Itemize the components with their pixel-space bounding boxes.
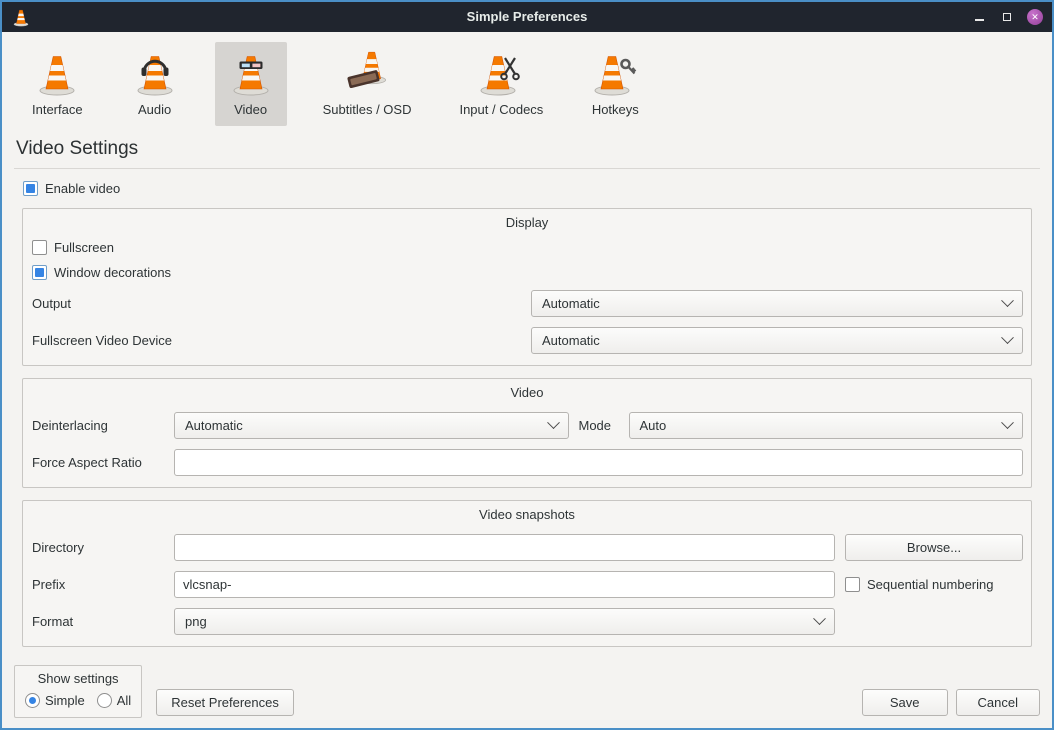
display-group-title: Display [31, 212, 1023, 236]
mode-value: Auto [640, 418, 667, 433]
deinterlacing-value: Automatic [185, 418, 243, 433]
preferences-window: Simple Preferences ✕ Interface Audio [0, 0, 1054, 730]
simple-radio[interactable] [25, 693, 40, 708]
tab-video[interactable]: Video [215, 42, 287, 126]
window-controls: ✕ [971, 9, 1043, 25]
window-decorations-checkbox[interactable] [32, 265, 47, 280]
close-button[interactable]: ✕ [1027, 9, 1043, 25]
mode-label: Mode [579, 418, 619, 433]
video-groupbox: Video Deinterlacing Automatic Mode Auto … [22, 378, 1032, 488]
chevron-down-icon [1001, 331, 1014, 344]
reset-preferences-button[interactable]: Reset Preferences [156, 689, 294, 716]
tab-label: Audio [138, 102, 171, 117]
interface-cone-icon [33, 49, 81, 97]
chevron-down-icon [1001, 294, 1014, 307]
mode-dropdown[interactable]: Auto [629, 412, 1024, 439]
force-aspect-ratio-label: Force Aspect Ratio [32, 455, 164, 470]
fullscreen-label[interactable]: Fullscreen [54, 240, 114, 255]
tab-hotkeys[interactable]: Hotkeys [579, 42, 651, 126]
deinterlacing-row: Deinterlacing Automatic Mode Auto [32, 412, 1023, 439]
tab-label: Input / Codecs [459, 102, 543, 117]
cancel-button[interactable]: Cancel [956, 689, 1040, 716]
window-decorations-label[interactable]: Window decorations [54, 265, 171, 280]
all-radio-label[interactable]: All [117, 693, 131, 708]
format-dropdown[interactable]: png [174, 608, 835, 635]
tab-audio[interactable]: Audio [119, 42, 191, 126]
video-snapshots-groupbox: Video snapshots Directory Browse... Pref… [22, 500, 1032, 647]
fullscreen-video-device-label: Fullscreen Video Device [32, 333, 172, 348]
footer-actions: Save Cancel [862, 689, 1040, 718]
chevron-down-icon [547, 416, 560, 429]
format-value: png [185, 614, 207, 629]
output-row: Output Automatic [32, 290, 1023, 317]
chevron-down-icon [813, 612, 826, 625]
output-dropdown[interactable]: Automatic [531, 290, 1023, 317]
fullscreen-checkbox[interactable] [32, 240, 47, 255]
output-label: Output [32, 296, 71, 311]
subtitles-cone-sign-icon [343, 49, 391, 97]
fullscreen-video-device-dropdown[interactable]: Automatic [531, 327, 1023, 354]
deinterlacing-label: Deinterlacing [32, 418, 164, 433]
chevron-down-icon [1001, 416, 1014, 429]
force-aspect-ratio-row: Force Aspect Ratio [32, 449, 1023, 476]
audio-cone-headphones-icon [131, 49, 179, 97]
format-label: Format [32, 614, 164, 629]
tab-interface[interactable]: Interface [20, 42, 95, 126]
video-group-title: Video [31, 382, 1023, 406]
page-title: Video Settings [16, 138, 1040, 160]
prefix-input[interactable] [174, 571, 835, 598]
title-divider [14, 168, 1040, 169]
fullscreen-video-device-value: Automatic [542, 333, 600, 348]
tab-input-codecs[interactable]: Input / Codecs [447, 42, 555, 126]
enable-video-row: Enable video [23, 181, 1040, 196]
tab-label: Subtitles / OSD [323, 102, 412, 117]
minimize-button[interactable] [971, 9, 987, 25]
prefix-label: Prefix [32, 577, 164, 592]
input-codecs-cone-scissors-icon [477, 49, 525, 97]
hotkeys-cone-key-icon [591, 49, 639, 97]
titlebar: Simple Preferences ✕ [2, 2, 1052, 32]
force-aspect-ratio-input[interactable] [174, 449, 1023, 476]
show-settings-groupbox: Show settings Simple All [14, 665, 142, 718]
enable-video-checkbox[interactable] [23, 181, 38, 196]
video-cone-glasses-icon [227, 49, 275, 97]
sequential-numbering-checkbox[interactable] [845, 577, 860, 592]
directory-label: Directory [32, 540, 164, 555]
footer: Show settings Simple All Reset Preferenc… [2, 659, 1052, 729]
category-toolbar: Interface Audio Video [2, 32, 1052, 128]
all-radio[interactable] [97, 693, 112, 708]
window-decorations-row: Window decorations [32, 265, 1023, 280]
tab-label: Interface [32, 102, 83, 117]
all-radio-item: All [97, 693, 131, 708]
restore-button[interactable] [999, 9, 1015, 25]
vlc-logo-icon [11, 7, 31, 27]
show-settings-radios: Simple All [25, 693, 131, 708]
sequential-numbering-row: Sequential numbering [845, 577, 1023, 592]
show-settings-title: Show settings [25, 668, 131, 693]
window-title: Simple Preferences [2, 2, 1052, 32]
save-button[interactable]: Save [862, 689, 948, 716]
snapshots-grid: Directory Browse... Prefix Sequential nu… [32, 534, 1023, 635]
enable-video-label[interactable]: Enable video [45, 181, 120, 196]
simple-radio-item: Simple [25, 693, 85, 708]
fullscreen-video-device-row: Fullscreen Video Device Automatic [32, 327, 1023, 354]
simple-radio-label[interactable]: Simple [45, 693, 85, 708]
deinterlacing-dropdown[interactable]: Automatic [174, 412, 569, 439]
output-dropdown-value: Automatic [542, 296, 600, 311]
restore-icon [1003, 13, 1011, 21]
browse-button[interactable]: Browse... [845, 534, 1023, 561]
display-groupbox: Display Fullscreen Window decorations Ou… [22, 208, 1032, 366]
fullscreen-row: Fullscreen [32, 240, 1023, 255]
video-snapshots-group-title: Video snapshots [31, 504, 1023, 528]
directory-input[interactable] [174, 534, 835, 561]
tab-subtitles-osd[interactable]: Subtitles / OSD [311, 42, 424, 126]
minimize-icon [975, 19, 984, 21]
tab-label: Hotkeys [592, 102, 639, 117]
sequential-numbering-label[interactable]: Sequential numbering [867, 577, 993, 592]
settings-content: Video Settings Enable video Display Full… [2, 128, 1052, 659]
tab-label: Video [234, 102, 267, 117]
